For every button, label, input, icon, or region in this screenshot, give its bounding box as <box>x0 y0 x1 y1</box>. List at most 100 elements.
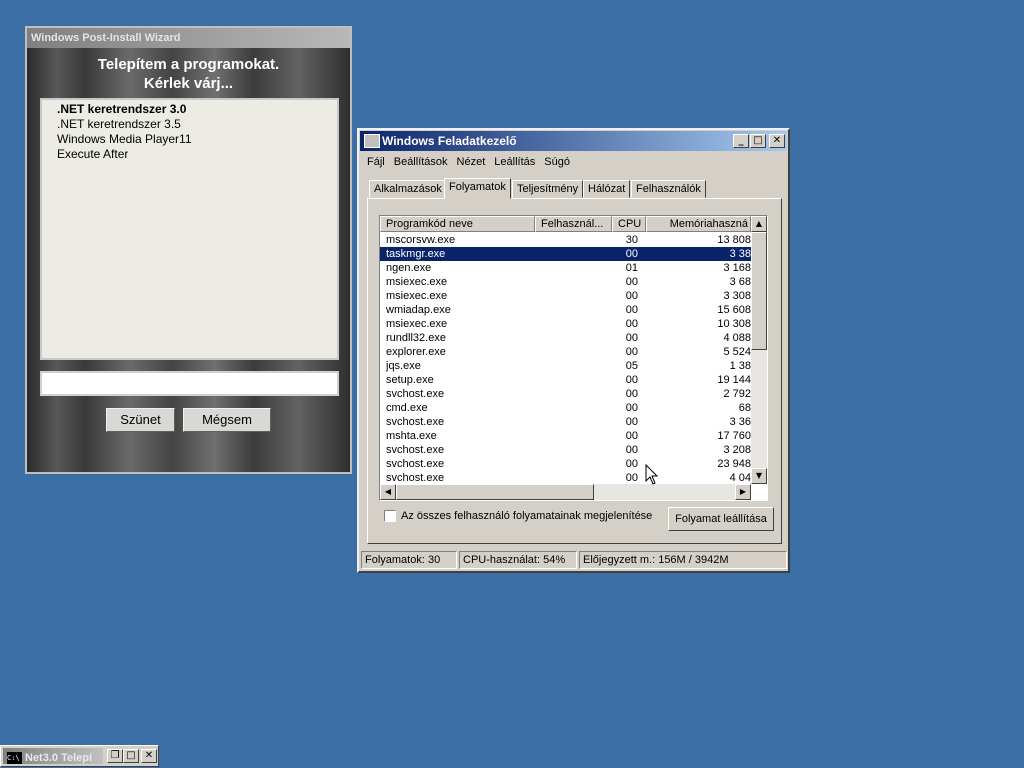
process-row[interactable]: msiexec.exe 00 3 308 <box>380 289 751 303</box>
task-manager-title: Windows Feladatkezelő <box>382 134 517 148</box>
process-row[interactable]: ngen.exe 01 3 168 <box>380 261 751 275</box>
install-progress-bar <box>40 371 339 396</box>
tab-applications[interactable]: Alkalmazások <box>369 180 447 198</box>
process-cpu: 00 <box>625 388 638 400</box>
process-row[interactable]: explorer.exe 00 5 524 <box>380 345 751 359</box>
process-name: msiexec.exe <box>386 318 448 330</box>
close-button[interactable]: ✕ <box>769 134 785 148</box>
process-row[interactable]: msiexec.exe 00 3 68 <box>380 275 751 289</box>
task-manager-window: Windows Feladatkezelő _ □ ✕ Fájl Beállítá… <box>357 128 790 573</box>
process-cpu: 01 <box>625 262 638 274</box>
process-memory: 4 04 <box>729 472 751 484</box>
task-manager-titlebar[interactable]: Windows Feladatkezelő _ □ ✕ <box>360 131 787 151</box>
menu-view[interactable]: Nézet <box>457 156 486 168</box>
process-memory: 15 608 <box>717 304 751 316</box>
cancel-button[interactable]: Mégsem <box>183 408 271 432</box>
process-name: msiexec.exe <box>386 276 448 288</box>
scroll-left-arrow-icon[interactable]: ◀ <box>380 484 396 500</box>
process-memory: 3 36 <box>729 416 751 428</box>
scroll-right-arrow-icon[interactable]: ▶ <box>735 484 751 500</box>
process-name: svchost.exe <box>386 458 445 470</box>
column-cpu[interactable]: CPU <box>612 216 646 232</box>
column-user-name[interactable]: Felhasznál... <box>535 216 612 232</box>
column-image-name[interactable]: Programkód neve <box>380 216 535 232</box>
vertical-scroll-thumb[interactable] <box>751 232 767 350</box>
install-list-item: .NET keretrendszer 3.0 <box>57 102 187 116</box>
process-list[interactable]: Programkód neve Felhasznál... CPU Memóri… <box>379 215 768 501</box>
install-list: .NET keretrendszer 3.0 .NET keretrendszer… <box>40 98 339 360</box>
status-commit-charge: Előjegyzett m.: 156M / 3942M <box>579 551 787 569</box>
process-name: cmd.exe <box>386 402 428 414</box>
maximize-button[interactable]: □ <box>750 134 766 148</box>
process-cpu: 00 <box>625 472 638 484</box>
process-memory: 3 168 <box>723 262 751 274</box>
tab-networking[interactable]: Hálózat <box>583 180 631 198</box>
tab-processes[interactable]: Folyamatok <box>444 178 511 199</box>
wizard-heading-line2: Kérlek várj... <box>143 75 234 92</box>
horizontal-scrollbar[interactable]: ◀ ▶ <box>380 484 751 500</box>
process-row[interactable]: svchost.exe 00 2 792 <box>380 387 751 401</box>
close-button[interactable]: ✕ <box>141 749 157 763</box>
process-name: ngen.exe <box>386 262 432 274</box>
vertical-scrollbar[interactable]: ▲ ▼ <box>751 216 767 484</box>
process-memory: 23 948 <box>717 458 751 470</box>
process-memory: 17 760 <box>717 430 751 442</box>
process-cpu: 00 <box>625 416 638 428</box>
process-cpu: 00 <box>625 402 638 414</box>
process-row[interactable]: cmd.exe 00 68 <box>380 401 751 415</box>
pause-button[interactable]: Szünet <box>106 408 175 432</box>
menu-help[interactable]: Súgó <box>544 156 570 168</box>
process-name: mshta.exe <box>386 430 437 442</box>
process-name: mscorsvw.exe <box>386 234 456 246</box>
process-cpu: 30 <box>625 234 638 246</box>
process-row[interactable]: mshta.exe 00 17 760 <box>380 429 751 443</box>
process-row[interactable]: svchost.exe 00 3 208 <box>380 443 751 457</box>
install-list-item: .NET keretrendszer 3.5 <box>57 117 181 131</box>
process-row[interactable]: rundll32.exe 00 4 088 <box>380 331 751 345</box>
install-list-item: Execute After <box>57 147 129 161</box>
restore-button[interactable]: ❐ <box>107 749 123 763</box>
process-row[interactable]: jqs.exe 05 1 38 <box>380 359 751 373</box>
process-name: taskmgr.exe <box>386 248 446 260</box>
tab-users[interactable]: Felhasználók <box>631 180 706 198</box>
tab-performance[interactable]: Teljesítmény <box>512 180 584 198</box>
process-name: svchost.exe <box>386 444 445 456</box>
process-name: svchost.exe <box>386 416 445 428</box>
menu-options[interactable]: Beállítások <box>394 156 448 168</box>
process-row[interactable]: setup.exe 00 19 144 <box>380 373 751 387</box>
minimize-button[interactable]: _ <box>733 134 749 148</box>
process-memory: 5 524 <box>723 346 751 358</box>
process-row[interactable]: svchost.exe 00 23 948 <box>380 457 751 471</box>
process-cpu: 00 <box>625 346 638 358</box>
menu-shutdown[interactable]: Leállítás <box>494 156 535 168</box>
process-row[interactable]: msiexec.exe 00 10 308 <box>380 317 751 331</box>
process-row[interactable]: taskmgr.exe 00 3 38 <box>380 247 751 261</box>
process-row[interactable]: wmiadap.exe 00 15 608 <box>380 303 751 317</box>
process-memory: 68 <box>738 402 751 414</box>
cmd-icon: C:\ <box>7 752 22 764</box>
process-row[interactable]: mscorsvw.exe 30 13 808 <box>380 233 751 247</box>
minimized-cmd-window[interactable]: C:\ Net3.0 Telepí ❐ □ ✕ <box>0 745 159 767</box>
process-row[interactable]: svchost.exe 00 3 36 <box>380 415 751 429</box>
scroll-up-arrow-icon[interactable]: ▲ <box>751 216 767 232</box>
post-install-wizard-window: Windows Post-Install Wizard Telepítem a … <box>25 26 352 474</box>
end-process-button[interactable]: Folyamat leállítása <box>668 507 774 531</box>
horizontal-scroll-thumb[interactable] <box>396 484 594 500</box>
process-row[interactable]: svchost.exe 00 4 04 <box>380 471 751 485</box>
process-name: wmiadap.exe <box>386 304 451 316</box>
cmd-titlebar[interactable]: C:\ Net3.0 Telepí <box>3 748 103 764</box>
show-all-users-checkbox[interactable] <box>384 510 396 522</box>
menu-file[interactable]: Fájl <box>367 156 385 168</box>
column-memory[interactable]: Memóriahaszná <box>646 216 751 232</box>
maximize-button[interactable]: □ <box>123 749 139 763</box>
process-cpu: 00 <box>625 374 638 386</box>
process-cpu: 00 <box>625 304 638 316</box>
process-name: msiexec.exe <box>386 290 448 302</box>
scroll-down-arrow-icon[interactable]: ▼ <box>751 468 767 484</box>
process-memory: 10 308 <box>717 318 751 330</box>
process-cpu: 00 <box>625 290 638 302</box>
process-cpu: 00 <box>625 248 638 260</box>
process-cpu: 00 <box>625 430 638 442</box>
show-all-users-label[interactable]: Az összes felhasználó folyamatainak megj… <box>401 510 652 522</box>
process-memory: 1 38 <box>729 360 751 372</box>
